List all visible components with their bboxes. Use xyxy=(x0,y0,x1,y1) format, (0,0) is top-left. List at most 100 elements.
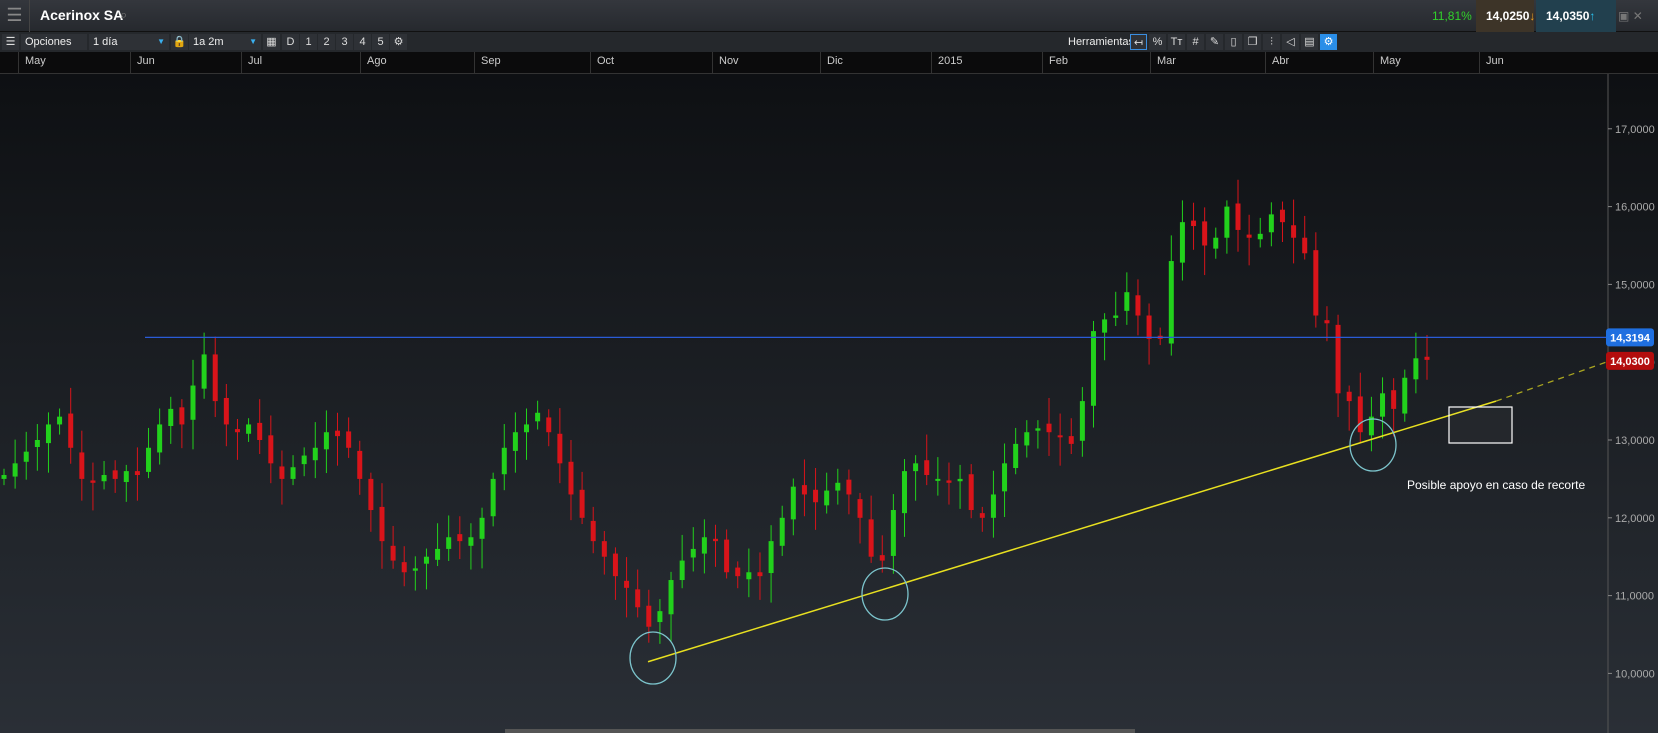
candles-icon[interactable]: ⫶ xyxy=(1263,34,1280,50)
candle-down xyxy=(234,429,240,433)
range-select[interactable]: 1a 2m ▼ xyxy=(189,34,261,50)
search-icon[interactable]: ⌕ xyxy=(120,7,127,23)
date-tick: Feb xyxy=(1042,52,1150,74)
bid-price-button[interactable]: 14,0250↓ xyxy=(1476,0,1536,32)
candle-up xyxy=(446,537,452,549)
candle-up xyxy=(1224,206,1230,238)
print-icon[interactable]: ▤ xyxy=(1301,34,1318,50)
interval-select[interactable]: 1 día ▼ xyxy=(89,34,169,50)
candle-up xyxy=(1013,443,1019,469)
candle-down xyxy=(1391,390,1397,409)
lock-icon[interactable]: 🔒 xyxy=(171,34,188,50)
candle-down xyxy=(1191,220,1197,227)
percent-icon[interactable]: % xyxy=(1149,34,1166,50)
candle-down xyxy=(279,466,285,479)
close-icon[interactable]: ✕ xyxy=(1633,9,1643,23)
list-icon[interactable]: ☰ xyxy=(2,34,19,50)
period-1[interactable]: 1 xyxy=(300,34,317,50)
date-tick: 2015 xyxy=(931,52,1042,74)
candle-up xyxy=(23,451,29,462)
candle-up xyxy=(1002,463,1008,492)
candle-down xyxy=(1357,396,1363,433)
candle-down xyxy=(757,572,763,577)
candle-up xyxy=(168,408,174,426)
chevron-down-icon: ▼ xyxy=(157,37,165,46)
candle-up xyxy=(290,467,296,479)
candle-up xyxy=(490,478,496,517)
settings-draw-icon[interactable]: ⚙ xyxy=(1320,34,1337,50)
date-tick: Jul xyxy=(241,52,360,74)
calendar-icon[interactable]: ▦ xyxy=(263,34,280,50)
candle-up xyxy=(657,611,663,623)
candle-down xyxy=(1057,435,1063,438)
period-D[interactable]: D xyxy=(282,34,299,50)
ask-price-button[interactable]: 14,0350↑ xyxy=(1536,0,1616,32)
restore-icon[interactable]: ▣ xyxy=(1618,9,1629,23)
candle-up xyxy=(890,510,896,556)
windows-icon[interactable]: ❐ xyxy=(1244,34,1261,50)
candle-up xyxy=(512,432,518,451)
candle-down xyxy=(223,397,229,425)
candle-up xyxy=(1035,428,1041,431)
candle-up xyxy=(34,440,40,448)
candle-down xyxy=(1302,237,1308,254)
candle-down xyxy=(1135,295,1141,316)
support-touch-circle xyxy=(629,631,677,685)
candle-icon[interactable]: ▯ xyxy=(1225,34,1242,50)
candle-up xyxy=(1090,331,1096,406)
period-4[interactable]: 4 xyxy=(354,34,371,50)
candle-down xyxy=(1046,423,1052,433)
options-button[interactable]: Opciones ⚙ xyxy=(21,34,87,64)
bid-down-arrow-icon: ↓ xyxy=(1529,9,1536,23)
candle-down xyxy=(1335,324,1341,394)
candle-down xyxy=(1246,234,1252,238)
price-tick-label: 10,0000 xyxy=(1615,668,1655,680)
period-5[interactable]: 5 xyxy=(372,34,389,50)
candle-up xyxy=(990,494,996,518)
date-tick: Jun xyxy=(1479,52,1608,74)
candle-up xyxy=(935,478,941,481)
candle-down xyxy=(557,433,563,464)
candle-up xyxy=(501,447,507,475)
candle-down xyxy=(724,539,730,573)
candle-up xyxy=(323,432,329,450)
candle-down xyxy=(579,489,585,518)
draw-icon[interactable]: ✎ xyxy=(1206,34,1223,50)
period-3[interactable]: 3 xyxy=(336,34,353,50)
price-tick-label: 16,0000 xyxy=(1615,202,1655,214)
price-tick-label: 15,0000 xyxy=(1615,279,1655,291)
candle-up xyxy=(901,471,907,514)
bid-price: 14,0250 xyxy=(1486,9,1530,23)
chart-canvas[interactable]: 10,000011,000012,000013,000014,000015,00… xyxy=(0,74,1658,733)
chart-toolbar: ☰ Opciones ⚙ 1 día ▼ 🔒 1a 2m ▼ ▦ D 1 2 3 4… xyxy=(0,32,1658,64)
candle-down xyxy=(813,489,819,503)
candle-down xyxy=(646,605,652,627)
price-chart[interactable]: 10,000011,000012,000013,000014,000015,00… xyxy=(0,74,1658,733)
candle-down xyxy=(457,534,463,542)
text-icon[interactable]: Tт xyxy=(1168,34,1185,50)
date-tick: Abr xyxy=(1265,52,1373,74)
date-tick: May xyxy=(18,52,130,74)
period-2[interactable]: 2 xyxy=(318,34,335,50)
candle-up xyxy=(779,517,785,546)
date-tick: Jun xyxy=(130,52,241,74)
candle-down xyxy=(601,541,607,557)
candle-down xyxy=(335,430,341,437)
candle-up xyxy=(123,471,129,483)
candle-up xyxy=(435,548,441,560)
candle-down xyxy=(1235,203,1241,230)
candle-down xyxy=(1146,315,1152,339)
menu-icon[interactable]: ☰ xyxy=(0,0,30,32)
candle-down xyxy=(112,470,118,479)
candle-down xyxy=(212,354,218,402)
change-percent: 11,81% xyxy=(1432,9,1472,23)
tag-icon[interactable]: ◁ xyxy=(1282,34,1299,50)
back-icon[interactable]: ↤ xyxy=(1130,34,1147,50)
chart-scrollbar[interactable] xyxy=(505,729,1135,733)
grid-icon[interactable]: # xyxy=(1187,34,1204,50)
candle-up xyxy=(1102,319,1108,333)
gear-icon[interactable]: ⚙ xyxy=(390,34,407,50)
candle-up xyxy=(1413,358,1419,380)
candle-down xyxy=(713,538,718,542)
candle-down xyxy=(346,431,352,448)
